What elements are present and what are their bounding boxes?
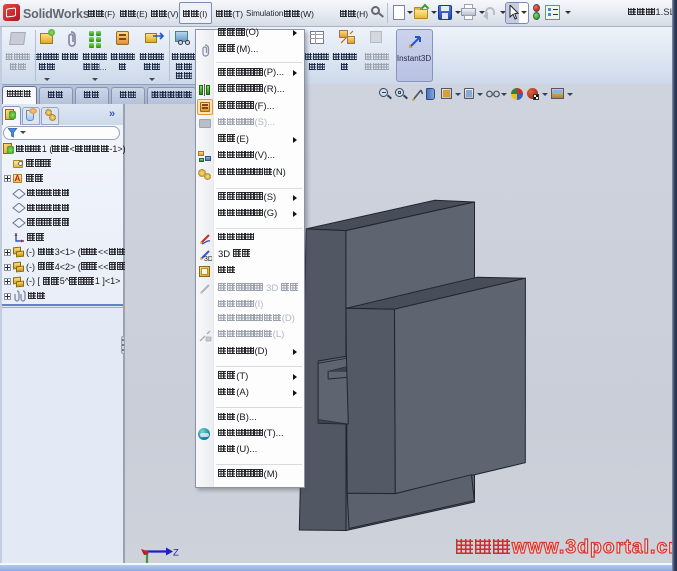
svg-text:Z: Z bbox=[173, 548, 179, 559]
svg-text:3D: 3D bbox=[204, 256, 212, 262]
